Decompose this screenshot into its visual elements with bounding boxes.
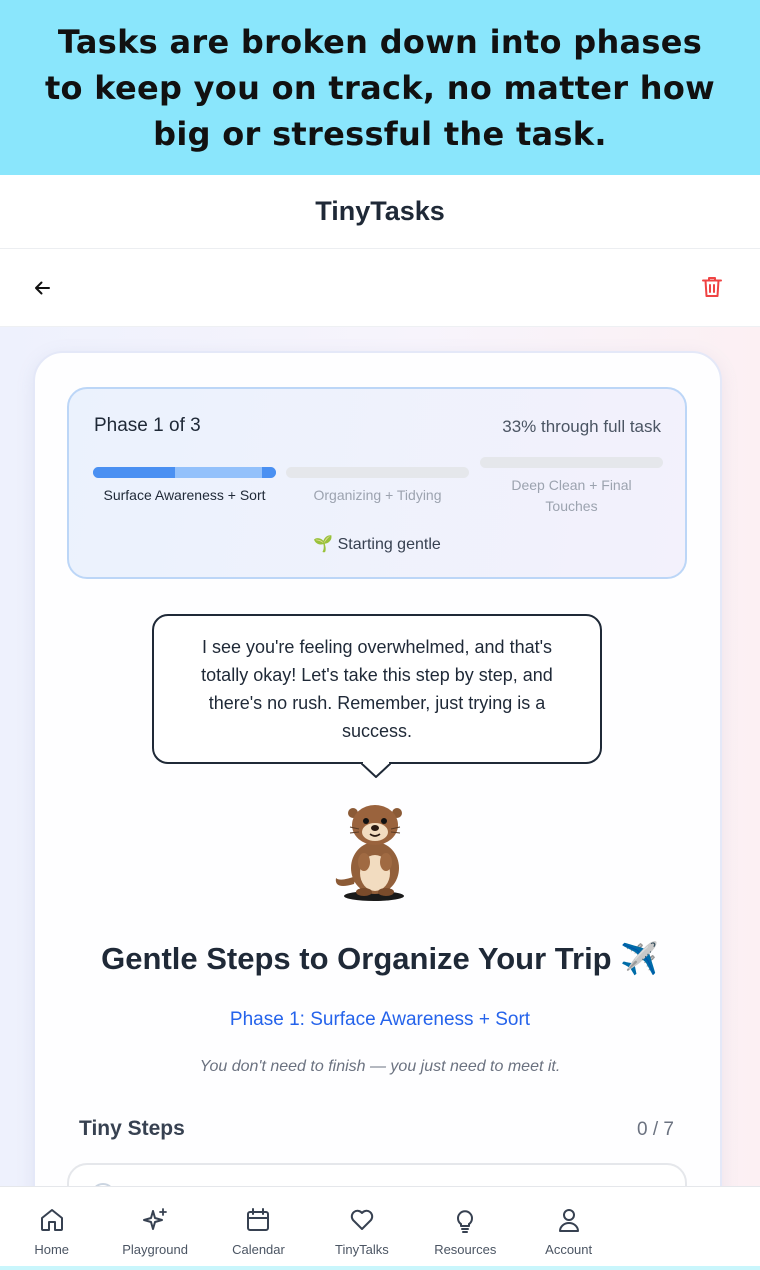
- sparkles-icon: [143, 1208, 167, 1230]
- steps-header: Tiny Steps: [79, 1117, 185, 1140]
- task-title: Gentle Steps to Organize Your Trip ✈️: [101, 941, 659, 976]
- phase-name-2: Organizing + Tidying: [313, 487, 442, 503]
- lightbulb-icon: [457, 1210, 474, 1233]
- current-phase-title: Phase 1: Surface Awareness + Sort: [229, 1009, 531, 1030]
- nav-account-label: Account: [545, 1242, 593, 1257]
- phase-bar-3: [480, 457, 663, 468]
- phase-status: 🌱 Starting gentle: [69, 534, 685, 554]
- back-button[interactable]: [28, 274, 56, 302]
- delete-task-button[interactable]: [698, 273, 726, 301]
- phase-bar-1-fill: [93, 467, 176, 478]
- user-icon: [558, 1209, 579, 1232]
- mascot-speech-bubble: I see you're feeling overwhelmed, and th…: [152, 614, 602, 764]
- phase-progress-panel: Phase 1 of 3 33% through full task Surfa…: [67, 387, 687, 579]
- phase-label: Phase 1 of 3: [94, 415, 201, 436]
- calendar-icon: [247, 1208, 270, 1231]
- nav-playground[interactable]: Playground: [103, 1187, 206, 1270]
- home-icon: [40, 1209, 63, 1231]
- promo-banner: Tasks are broken down into phases to kee…: [0, 0, 760, 175]
- phase-bar-1: [93, 467, 276, 478]
- nav-tinytalks[interactable]: TinyTalks: [310, 1187, 413, 1270]
- bottom-navigation: Home Playground Calendar TinyTalks Resou…: [0, 1186, 760, 1270]
- heart-icon: [350, 1209, 374, 1230]
- mascot-message: I see you're feeling overwhelmed, and th…: [201, 637, 553, 741]
- nav-calendar-label: Calendar: [232, 1242, 285, 1257]
- seedling-icon: 🌱: [313, 536, 334, 553]
- steps-counter: 0 / 7: [637, 1119, 674, 1140]
- nav-resources[interactable]: Resources: [414, 1187, 517, 1270]
- phase-bar-2: [286, 467, 469, 478]
- app-title: TinyTasks: [315, 196, 445, 226]
- phase-status-text: Starting gentle: [337, 536, 441, 553]
- nav-calendar[interactable]: Calendar: [207, 1187, 310, 1270]
- task-toolbar: [0, 249, 760, 327]
- trash-icon: [702, 277, 722, 297]
- bottom-edge: [0, 1266, 760, 1270]
- phase-name-3: Deep Clean + Final Touches: [511, 477, 632, 514]
- nav-playground-label: Playground: [122, 1242, 188, 1257]
- speech-bubble-tail: [361, 762, 391, 778]
- task-percent: 33% through full task: [502, 417, 661, 436]
- arrow-left-icon: [35, 281, 50, 295]
- encouragement-quote: You don't need to finish — you just need…: [199, 1058, 561, 1075]
- nav-home-label: Home: [34, 1242, 70, 1257]
- banner-text: Tasks are broken down into phases to kee…: [44, 22, 716, 153]
- app-header: TinyTasks: [0, 175, 760, 249]
- otter-mascot: [335, 805, 404, 901]
- phase-name-1: Surface Awareness + Sort: [103, 487, 266, 503]
- nav-account[interactable]: Account: [517, 1187, 620, 1270]
- phase-bar-1-end: [262, 467, 276, 478]
- nav-tinytalks-label: TinyTalks: [335, 1242, 389, 1257]
- nav-home[interactable]: Home: [0, 1187, 103, 1270]
- nav-resources-label: Resources: [434, 1242, 497, 1257]
